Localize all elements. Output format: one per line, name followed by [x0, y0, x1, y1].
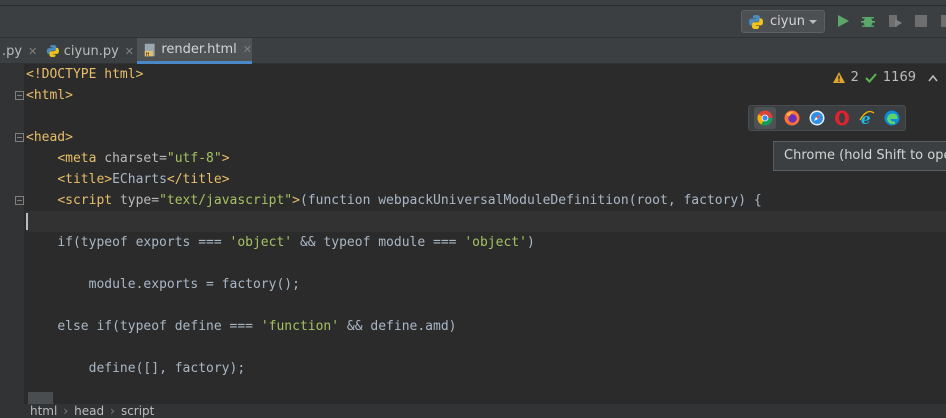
opera-icon [835, 110, 849, 126]
edge-icon [884, 110, 900, 126]
code-token: else if(typeof define === [57, 319, 261, 334]
run-button[interactable] [834, 12, 852, 30]
more-button[interactable] [936, 12, 946, 30]
code-line: <title>ECharts</title> [26, 169, 946, 190]
code-line: <!DOCTYPE html> [26, 64, 946, 85]
inspection-widget[interactable]: 2 1169 [832, 70, 938, 85]
tab-py[interactable]: .py ✕ [0, 38, 42, 64]
more-icon [941, 15, 946, 27]
code-token: <html> [26, 88, 73, 103]
html-file-icon: H [144, 43, 155, 57]
code-token: "text/javascript" [159, 193, 293, 208]
code-token: 'object' [229, 235, 293, 250]
firefox-button[interactable] [783, 109, 801, 127]
code-line: define([], factory); [26, 358, 946, 379]
firefox-icon [784, 110, 800, 126]
code-token: <head> [26, 130, 73, 145]
stop-button[interactable] [912, 12, 930, 30]
warning-count: 2 [850, 70, 859, 85]
code-token: ECharts [112, 172, 167, 187]
code-token: <title> [57, 172, 113, 187]
breadcrumb-item-head[interactable]: head [74, 404, 104, 418]
close-icon[interactable]: ✕ [243, 43, 252, 56]
code-token: <meta [57, 151, 105, 166]
code-token: define([], factory); [88, 361, 246, 376]
editor-tab-bar: .py ✕ ciyun.py ✕ H render.html ✕ [0, 38, 946, 64]
tab-label: .py [2, 43, 23, 59]
fold-icon[interactable] [15, 133, 24, 142]
ie-icon: e [859, 110, 875, 126]
code-token: charset= [104, 151, 167, 166]
code-line: <html> [26, 85, 946, 106]
svg-text:H: H [146, 51, 150, 57]
breadcrumb-item-script[interactable]: script [121, 404, 154, 418]
code-token: > [292, 193, 300, 208]
chevron-up-icon[interactable] [928, 74, 938, 82]
run-config-label: ciyun [770, 14, 805, 29]
tab-label: ciyun.py [63, 43, 119, 59]
stop-icon [915, 15, 927, 27]
coverage-icon [889, 15, 902, 27]
close-icon[interactable]: ✕ [125, 45, 134, 58]
code-token: <!DOCTYPE html> [26, 67, 144, 82]
breadcrumb-separator: › [110, 404, 115, 418]
opera-button[interactable] [833, 109, 851, 127]
code-line: <script type="text/javascript">(function… [26, 190, 946, 211]
tab-label: render.html [161, 42, 237, 57]
editor-gutter[interactable] [0, 64, 24, 404]
code-token: module.exports = factory(); [88, 277, 300, 292]
code-token: 'object' [464, 235, 527, 250]
code-line: if(typeof exports === 'object' && typeof… [26, 232, 946, 253]
chrome-button[interactable] [754, 107, 776, 129]
code-token: && typeof module === [292, 235, 465, 250]
text-caret [26, 213, 28, 230]
main-toolbar: ciyun [0, 0, 946, 38]
code-token: && define.amd) [339, 319, 457, 334]
code-token: "utf-8" [166, 151, 222, 166]
ie-button[interactable]: e [858, 109, 876, 127]
bug-icon [861, 17, 875, 27]
fold-icon[interactable] [15, 91, 24, 100]
breadcrumb-separator: › [63, 404, 69, 418]
code-token: ) [526, 235, 535, 250]
chrome-icon [757, 110, 773, 126]
python-file-icon [46, 44, 59, 58]
edge-button[interactable] [883, 109, 901, 127]
code-line: module.exports = factory(); [26, 274, 946, 295]
code-token: </title> [166, 172, 230, 187]
breadcrumb-item-html[interactable]: html [30, 404, 57, 418]
safari-button[interactable] [808, 109, 826, 127]
browser-tooltip: Chrome (hold Shift to open [773, 141, 946, 171]
tab-ciyun-py[interactable]: ciyun.py ✕ [46, 38, 134, 64]
code-token: > [221, 151, 230, 166]
check-icon [865, 73, 877, 83]
code-token: (function webpackUniversalModuleDefiniti… [299, 193, 762, 208]
tab-render-html[interactable]: H render.html ✕ [137, 38, 252, 64]
code-line: else if(typeof define === 'function' && … [26, 316, 946, 337]
fold-icon[interactable] [15, 196, 24, 205]
horizontal-scrollbar[interactable] [28, 392, 53, 404]
code-token: type= [119, 193, 160, 208]
warning-icon [832, 72, 845, 83]
current-line [26, 211, 946, 232]
typo-count: 1169 [882, 70, 916, 85]
close-icon[interactable]: ✕ [28, 45, 37, 58]
safari-icon [809, 110, 825, 126]
python-icon [749, 14, 763, 29]
run-icon [838, 15, 849, 27]
breadcrumb: html › head › script [0, 404, 946, 418]
code-token: <script [57, 193, 120, 208]
code-token: 'function' [260, 319, 340, 334]
debug-button[interactable] [859, 12, 877, 30]
run-config-selector[interactable]: ciyun [741, 10, 825, 33]
open-in-browser-bar: e [748, 105, 906, 131]
code-token: if(typeof exports === [57, 235, 230, 250]
title-strip [0, 0, 946, 6]
coverage-button[interactable] [886, 12, 904, 30]
chevron-down-icon [809, 20, 817, 24]
